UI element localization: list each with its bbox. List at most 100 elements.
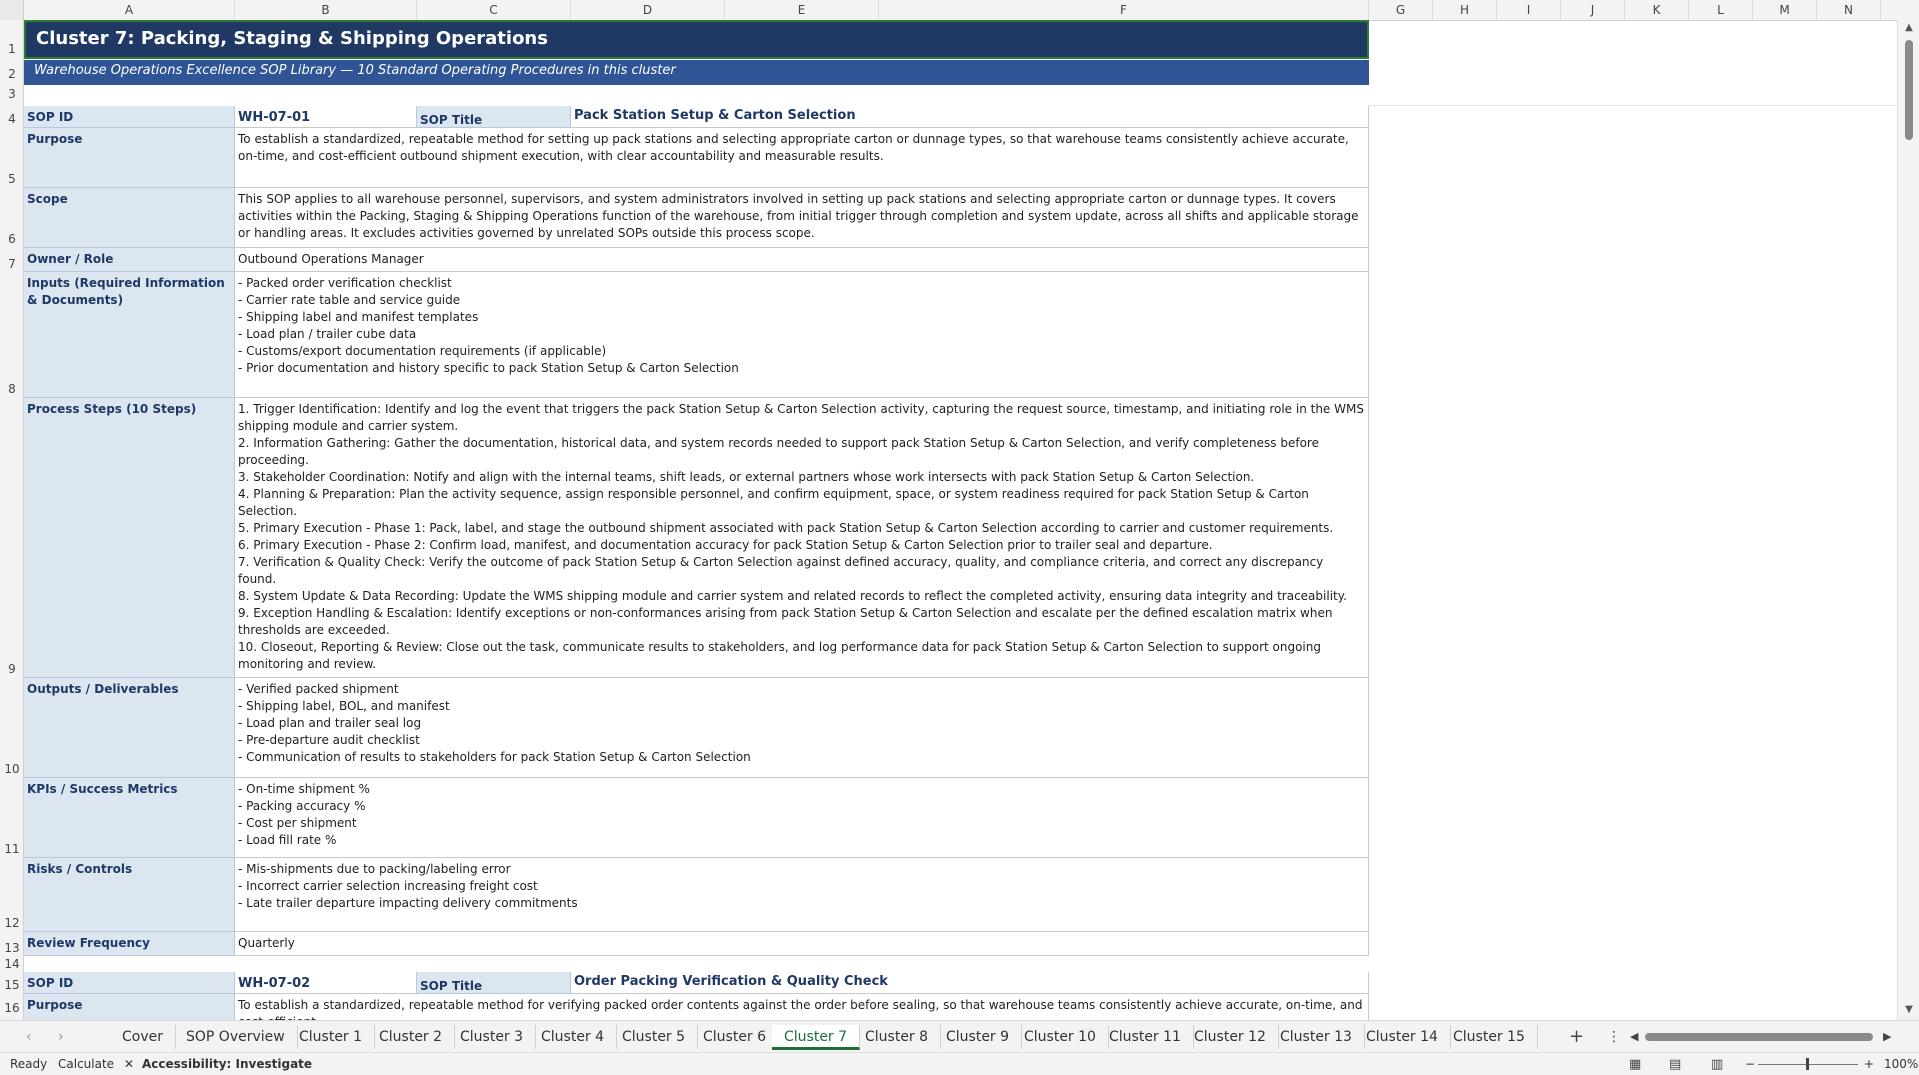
row-number[interactable]: 9 [0, 662, 24, 676]
zoom-in-icon[interactable]: + [1864, 1057, 1874, 1071]
column-header-g[interactable]: G [1369, 0, 1433, 20]
inputs-label[interactable]: Inputs (Required Information & Documents… [24, 272, 235, 398]
purpose-label[interactable]: Purpose [24, 994, 235, 1020]
row-number[interactable]: 4 [0, 112, 24, 126]
sheet-tab-cluster-5[interactable]: Cluster 5 [610, 1025, 699, 1049]
column-header-d[interactable]: D [571, 0, 725, 20]
scroll-right-arrow-icon[interactable]: ▶ [1883, 1025, 1891, 1049]
cluster-title-banner[interactable]: Cluster 7: Packing, Staging & Shipping O… [24, 20, 1369, 59]
scroll-down-arrow-icon[interactable]: ▼ [1898, 1004, 1919, 1015]
column-header-bar: A B C D E F G H I J K L M N [0, 0, 1919, 21]
sheet-tab-cluster-7[interactable]: Cluster 7 [772, 1025, 861, 1050]
row-number[interactable]: 12 [0, 916, 24, 930]
column-header-k[interactable]: K [1625, 0, 1689, 20]
sheet-tab-cluster-10[interactable]: Cluster 10 [1012, 1025, 1109, 1049]
vertical-scroll-thumb[interactable] [1905, 40, 1913, 140]
sheet-tab-cluster-2[interactable]: Cluster 2 [367, 1025, 456, 1049]
outputs-value[interactable]: - Verified packed shipment - Shipping la… [235, 678, 1369, 778]
sop-id-label[interactable]: SOP ID [24, 106, 235, 128]
sheet-tab-cluster-9[interactable]: Cluster 9 [934, 1025, 1023, 1049]
row-number[interactable]: 7 [0, 257, 24, 271]
sheet-tab-cluster-4[interactable]: Cluster 4 [529, 1025, 618, 1049]
owner-label[interactable]: Owner / Role [24, 248, 235, 272]
previous-sheet-icon[interactable]: ‹ [26, 1025, 32, 1049]
page-layout-view-icon[interactable]: ▤ [1669, 1057, 1681, 1072]
sheet-tab-cluster-14[interactable]: Cluster 14 [1354, 1025, 1451, 1049]
column-header-b[interactable]: B [235, 0, 417, 20]
column-header-f[interactable]: F [879, 0, 1369, 20]
row-number[interactable]: 15 [0, 978, 24, 992]
vertical-scrollbar[interactable]: ▲ ▼ [1897, 20, 1919, 1020]
row-number[interactable]: 16 [0, 1001, 24, 1015]
sop-title-label[interactable]: SOP Title [417, 972, 571, 994]
review-frequency-value[interactable]: Quarterly [235, 932, 1369, 956]
purpose-value[interactable]: To establish a standardized, repeatable … [235, 994, 1369, 1020]
sop-id-value[interactable]: WH-07-01 [235, 106, 417, 128]
column-header-n[interactable]: N [1817, 0, 1881, 20]
kpis-label[interactable]: KPIs / Success Metrics [24, 778, 235, 858]
risks-value[interactable]: - Mis-shipments due to packing/labeling … [235, 858, 1369, 932]
column-header-i[interactable]: I [1497, 0, 1561, 20]
scope-label[interactable]: Scope [24, 188, 235, 248]
outputs-label[interactable]: Outputs / Deliverables [24, 678, 235, 778]
row-number[interactable]: 2 [0, 67, 24, 81]
row-number[interactable]: 13 [0, 941, 24, 955]
zoom-slider-thumb[interactable] [1806, 1058, 1809, 1070]
inputs-value[interactable]: - Packed order verification checklist - … [235, 272, 1369, 398]
row-number[interactable]: 1 [0, 42, 24, 56]
normal-view-icon[interactable]: ▦ [1629, 1057, 1641, 1072]
sop-id-label[interactable]: SOP ID [24, 972, 235, 994]
risks-label[interactable]: Risks / Controls [24, 858, 235, 932]
sheet-tab-cluster-3[interactable]: Cluster 3 [448, 1025, 537, 1049]
calculate-button[interactable]: Calculate [58, 1057, 114, 1071]
horizontal-scroll-thumb[interactable] [1645, 1033, 1873, 1041]
sheet-tab-cluster-6[interactable]: Cluster 6 [691, 1025, 780, 1049]
purpose-value[interactable]: To establish a standardized, repeatable … [235, 128, 1369, 188]
scroll-left-arrow-icon[interactable]: ◀ [1630, 1025, 1638, 1049]
sheet-tab-cluster-13[interactable]: Cluster 13 [1268, 1025, 1365, 1049]
accessibility-icon[interactable]: ✕ [124, 1057, 134, 1071]
select-all-corner[interactable] [0, 0, 24, 20]
column-header-c[interactable]: C [417, 0, 571, 20]
row-number[interactable]: 10 [0, 762, 24, 776]
scope-value[interactable]: This SOP applies to all warehouse person… [235, 188, 1369, 248]
row-number[interactable]: 6 [0, 232, 24, 246]
sheet-tab-sop-overview[interactable]: SOP Overview [174, 1025, 298, 1049]
row-number[interactable]: 14 [0, 957, 24, 971]
column-header-a[interactable]: A [24, 0, 235, 20]
accessibility-status[interactable]: Accessibility: Investigate [142, 1057, 312, 1071]
more-options-icon[interactable]: ⋮ [1607, 1025, 1621, 1049]
sheet-tab-cluster-11[interactable]: Cluster 11 [1097, 1025, 1194, 1049]
column-header-l[interactable]: L [1689, 0, 1753, 20]
purpose-label[interactable]: Purpose [24, 128, 235, 188]
add-sheet-icon[interactable]: + [1569, 1025, 1584, 1049]
sheet-tab-cluster-12[interactable]: Cluster 12 [1182, 1025, 1279, 1049]
cluster-subtitle-banner[interactable]: Warehouse Operations Excellence SOP Libr… [24, 60, 1369, 85]
row-number[interactable]: 11 [0, 842, 24, 856]
owner-value[interactable]: Outbound Operations Manager [235, 248, 1369, 272]
row-number[interactable]: 3 [0, 87, 24, 101]
zoom-out-icon[interactable]: − [1745, 1057, 1755, 1071]
column-header-h[interactable]: H [1433, 0, 1497, 20]
column-header-e[interactable]: E [725, 0, 879, 20]
sheet-tab-cluster-15[interactable]: Cluster 15 [1441, 1025, 1538, 1049]
sop-title-value[interactable]: Order Packing Verification & Quality Che… [571, 972, 1369, 994]
sop-title-label[interactable]: SOP Title [417, 106, 571, 128]
page-break-preview-icon[interactable]: ▥ [1711, 1057, 1723, 1072]
row-number[interactable]: 5 [0, 172, 24, 186]
sop-id-value[interactable]: WH-07-02 [235, 972, 417, 994]
sheet-tab-cover[interactable]: Cover [110, 1025, 176, 1049]
zoom-level[interactable]: 100% [1884, 1057, 1918, 1071]
column-header-m[interactable]: M [1753, 0, 1817, 20]
process-steps-value[interactable]: 1. Trigger Identification: Identify and … [235, 398, 1369, 678]
process-steps-label[interactable]: Process Steps (10 Steps) [24, 398, 235, 678]
review-frequency-label[interactable]: Review Frequency [24, 932, 235, 956]
sheet-tab-cluster-8[interactable]: Cluster 8 [853, 1025, 942, 1049]
column-header-j[interactable]: J [1561, 0, 1625, 20]
sop-title-value[interactable]: Pack Station Setup & Carton Selection [571, 106, 1369, 128]
scroll-up-arrow-icon[interactable]: ▲ [1898, 22, 1919, 33]
kpis-value[interactable]: - On-time shipment % - Packing accuracy … [235, 778, 1369, 858]
sheet-tab-cluster-1[interactable]: Cluster 1 [287, 1025, 376, 1049]
row-number[interactable]: 8 [0, 382, 24, 396]
next-sheet-icon[interactable]: › [58, 1025, 64, 1049]
